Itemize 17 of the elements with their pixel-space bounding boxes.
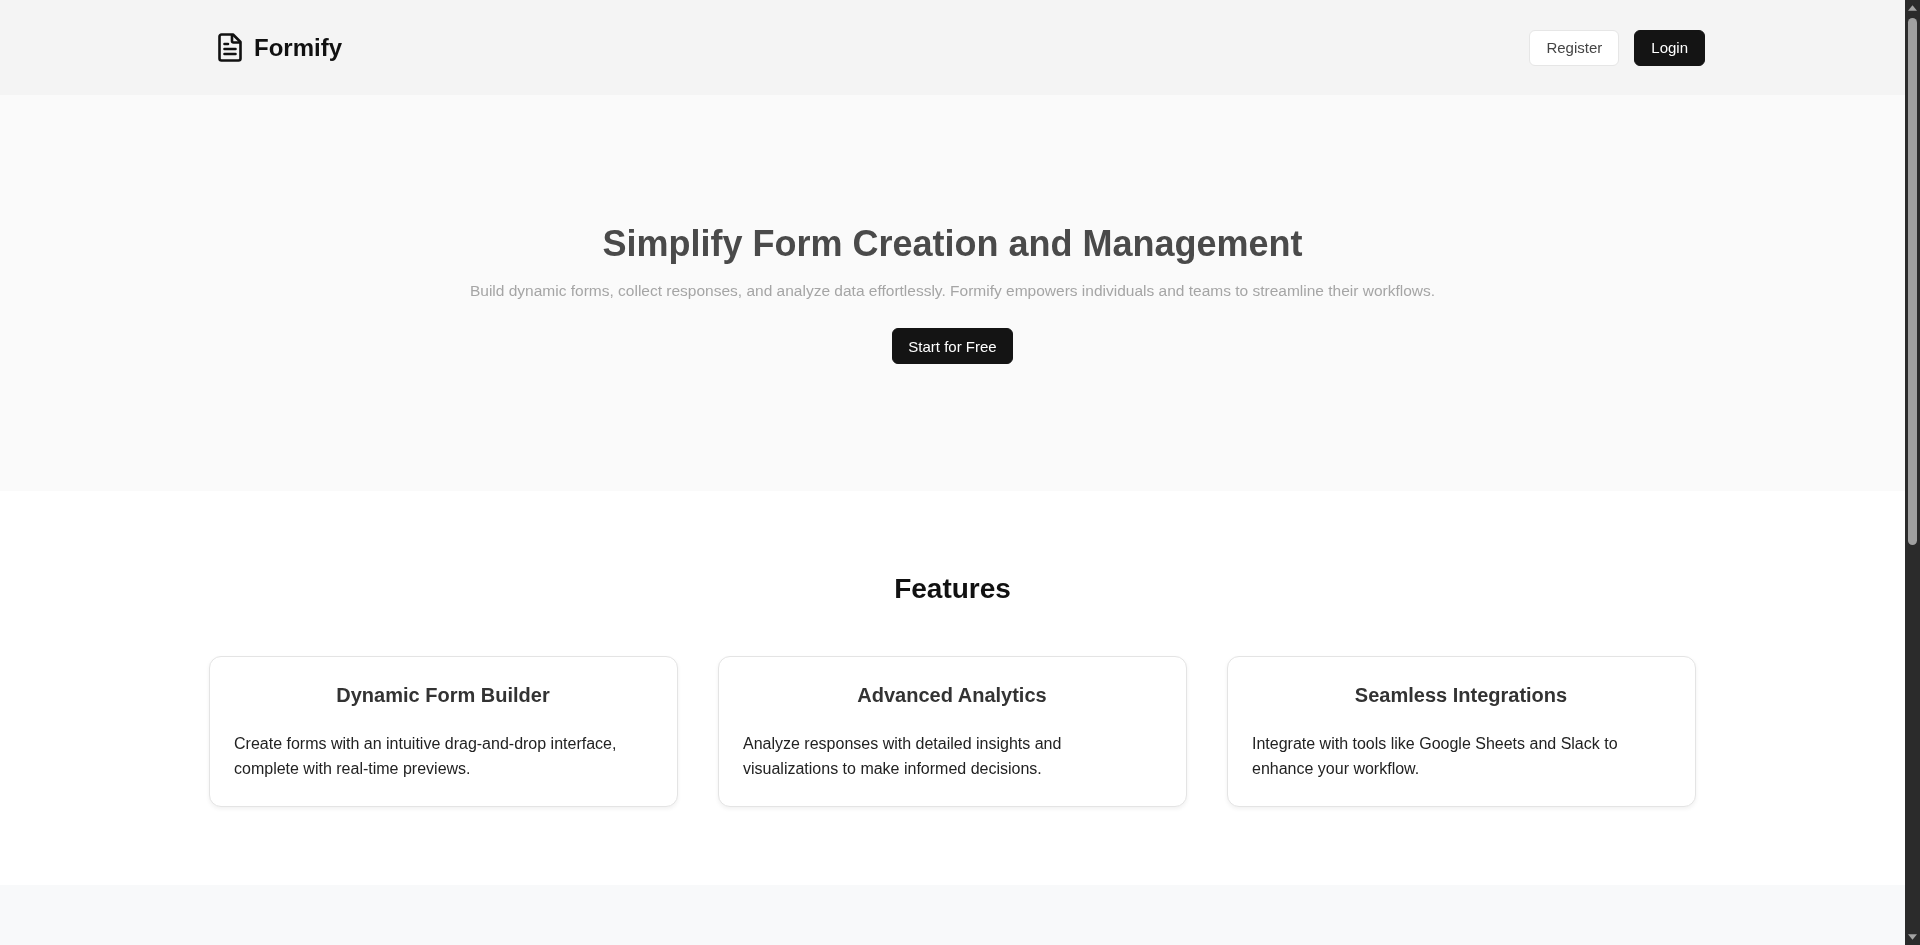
card-description: Analyze responses with detailed insights and visualizations to make informed decisions.	[743, 734, 1063, 779]
scroll-down-arrow-icon[interactable]	[1908, 934, 1917, 940]
card-description: Integrate with tools like Google Sheets and Slack to enhance your workflow.	[1252, 734, 1619, 779]
document-icon	[218, 33, 242, 62]
hero-title: Simplify Form Creation and Management	[602, 222, 1303, 266]
card-description: Create forms with an intuitive drag-and-drop interface, complete with real-time previews.	[234, 734, 618, 779]
hero-subtitle: Build dynamic forms, collect responses, and analyze data effortlessly. Formify empowers individuals and teams to streamline their workflows.	[469, 281, 1436, 301]
card-title: Advanced Analytics	[856, 683, 1048, 708]
login-button[interactable]: Login	[1634, 29, 1705, 66]
card-title: Seamless Integrations	[1353, 683, 1569, 708]
register-button[interactable]: Register	[1529, 29, 1620, 66]
section-heading: Features	[894, 572, 1011, 606]
card-title: Dynamic Form Builder	[335, 683, 551, 708]
scrollbar-thumb[interactable]	[1908, 18, 1917, 545]
start-button[interactable]: Start for Free	[892, 328, 1013, 364]
scroll-up-arrow-icon[interactable]	[1908, 5, 1917, 11]
logo-text[interactable]: Formify	[254, 33, 342, 62]
